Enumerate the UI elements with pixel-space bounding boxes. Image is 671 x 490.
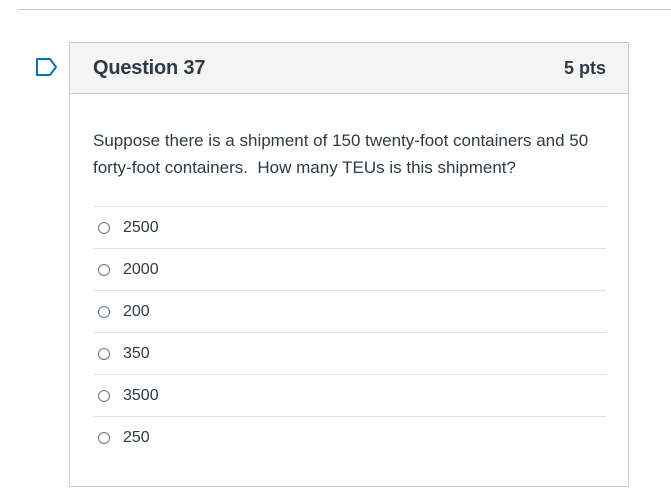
- answer-label: 250: [123, 429, 150, 446]
- question-body: Suppose there is a shipment of 150 twent…: [70, 94, 628, 459]
- radio-button[interactable]: [98, 389, 110, 402]
- answer-label: 2000: [123, 260, 159, 278]
- question-text: Suppose there is a shipment of 150 twent…: [93, 131, 593, 177]
- answer-option[interactable]: 250: [93, 417, 606, 459]
- answer-label: 2500: [123, 218, 159, 236]
- question-title: Question 37: [93, 56, 206, 79]
- radio-button[interactable]: [98, 263, 110, 276]
- answer-option[interactable]: 3500: [93, 375, 606, 417]
- top-divider: [18, 9, 671, 10]
- radio-button[interactable]: [98, 432, 110, 444]
- radio-button[interactable]: [98, 347, 110, 360]
- answer-option[interactable]: 2500: [93, 207, 606, 249]
- answer-label: 3500: [123, 386, 159, 404]
- flag-question-icon[interactable]: [35, 57, 59, 77]
- answer-option[interactable]: 2000: [93, 249, 606, 291]
- radio-button[interactable]: [98, 221, 110, 234]
- answer-option[interactable]: 200: [93, 291, 606, 333]
- question-card: Question 37 5 pts Suppose there is a shi…: [69, 42, 629, 487]
- question-header: Question 37 5 pts: [70, 43, 628, 94]
- answer-label: 350: [123, 344, 150, 362]
- question-points: 5 pts: [563, 57, 606, 78]
- answer-list: 2500 2000 200 350 3500 250: [93, 206, 606, 459]
- answer-label: 200: [123, 302, 150, 320]
- answer-option[interactable]: 350: [93, 333, 606, 375]
- radio-button[interactable]: [98, 305, 110, 318]
